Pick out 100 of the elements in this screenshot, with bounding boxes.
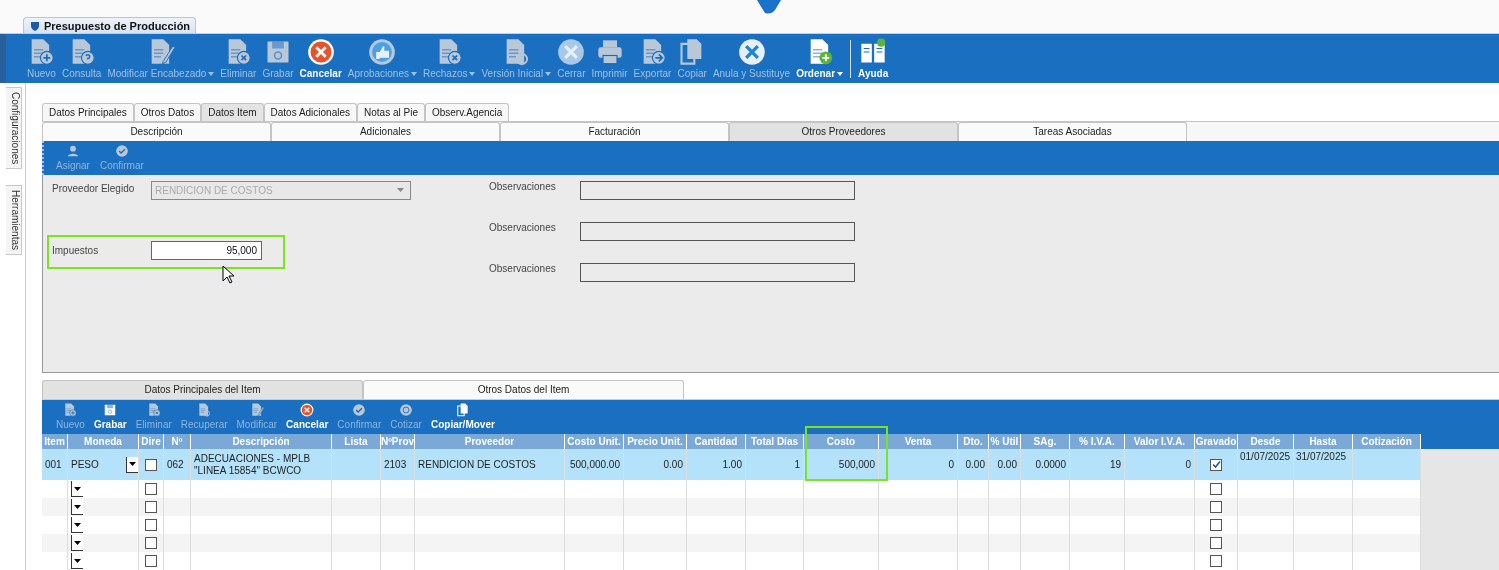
table-cell: RENDICION DE COSTOS xyxy=(418,458,536,471)
tab[interactable]: Datos Principales xyxy=(42,102,134,121)
table-cell: 001 xyxy=(45,458,62,471)
column-header[interactable]: Total Días xyxy=(746,434,804,449)
checkbox[interactable] xyxy=(1210,483,1222,495)
dropdown-button[interactable] xyxy=(126,456,138,473)
checkbox[interactable] xyxy=(1210,555,1222,567)
column-header[interactable]: Venta xyxy=(879,434,958,449)
printer-icon xyxy=(595,38,624,66)
dropdown-button[interactable] xyxy=(71,517,83,533)
shield-icon xyxy=(30,20,40,31)
column-header[interactable]: SAg. xyxy=(1021,434,1070,449)
tab[interactable]: Facturación xyxy=(500,121,729,141)
tab[interactable]: Datos Item xyxy=(201,102,264,121)
caret-icon xyxy=(411,71,417,76)
cancel-icon xyxy=(300,402,315,417)
column-header[interactable]: Nº xyxy=(164,434,191,449)
caret-icon xyxy=(74,558,81,563)
column-header[interactable]: % Util xyxy=(989,434,1021,449)
column-header[interactable]: Item xyxy=(42,434,68,449)
checkbox[interactable] xyxy=(145,555,157,567)
checkbox[interactable] xyxy=(1210,537,1222,549)
circle-icon xyxy=(399,402,414,417)
column-header[interactable]: Moneda xyxy=(68,434,139,449)
column-header[interactable]: Precio Unit. xyxy=(624,434,687,449)
tab[interactable]: Otros Proveedores xyxy=(729,121,958,141)
tab[interactable]: Adicionales xyxy=(271,121,500,141)
tab[interactable]: Otros Datos del Item xyxy=(363,379,684,399)
toolbar-button[interactable]: Cancelar xyxy=(296,38,345,79)
observations-field[interactable] xyxy=(580,180,855,200)
column-header[interactable]: Dire xyxy=(139,434,164,449)
column-header[interactable]: Descripción xyxy=(191,434,332,449)
person-icon xyxy=(65,144,80,159)
column-header[interactable]: Cantidad xyxy=(687,434,746,449)
tab[interactable]: Datos Adicionales xyxy=(263,102,358,121)
column-header[interactable]: Costo xyxy=(804,434,879,449)
dropdown-button[interactable] xyxy=(71,535,83,551)
field-label: Observaciones xyxy=(489,262,557,274)
dropdown-button[interactable] xyxy=(71,553,83,569)
tab[interactable]: Otros Datos xyxy=(133,102,202,121)
table-cell: 19 xyxy=(1109,458,1121,471)
tab[interactable]: Tareas Asociadas xyxy=(958,121,1187,141)
table-cell: 0 xyxy=(1185,458,1191,471)
thumbs-up-icon xyxy=(368,38,397,66)
column-header[interactable]: Desde xyxy=(1238,434,1294,449)
caret-icon xyxy=(208,71,215,76)
document-x-icon xyxy=(146,402,161,417)
checkbox[interactable] xyxy=(1210,501,1222,513)
tab[interactable]: Descripción xyxy=(42,121,271,141)
toolbar-button[interactable]: Grabar xyxy=(91,402,129,430)
toolbar-button[interactable]: Copiar/Mover xyxy=(428,402,497,430)
tax-field[interactable]: 95,000 xyxy=(151,240,262,260)
dropdown-button[interactable] xyxy=(71,481,83,497)
caret-icon xyxy=(129,462,136,466)
document-pencil-icon xyxy=(249,402,264,417)
checkbox[interactable] xyxy=(145,501,157,513)
table-cell: PESO xyxy=(71,458,99,471)
document-tab[interactable]: Presupuesto de Producción xyxy=(23,17,197,33)
table-cell: 0.0000 xyxy=(1035,458,1066,471)
table-cell: 2103 xyxy=(384,458,407,471)
column-header[interactable]: % I.V.A. xyxy=(1070,434,1125,449)
circle-x-icon xyxy=(737,38,766,66)
check-icon xyxy=(1211,460,1221,469)
checkbox[interactable] xyxy=(145,483,157,495)
checkbox[interactable] xyxy=(145,458,157,471)
column-header[interactable]: Dto. xyxy=(958,434,989,449)
tab[interactable]: Observ.Agencia xyxy=(424,102,510,121)
toolbar-button[interactable]: Cancelar xyxy=(284,402,331,430)
observations-field[interactable] xyxy=(580,221,855,241)
observations-field[interactable] xyxy=(580,262,855,282)
tab[interactable]: Notas al Pie xyxy=(357,102,425,121)
side-tab[interactable]: Configuraciones xyxy=(6,87,22,170)
caret-icon xyxy=(397,188,404,193)
field-label: Impuestos xyxy=(52,243,100,256)
table-cell: 01/07/2025 xyxy=(1240,451,1291,463)
logo-icon xyxy=(755,0,783,14)
circle-x-icon xyxy=(557,38,586,66)
toolbar-button[interactable]: Ayuda xyxy=(855,38,892,79)
caret-icon xyxy=(837,71,844,76)
copy-icon xyxy=(455,402,470,417)
column-header[interactable]: Cotización xyxy=(1353,434,1421,449)
tab[interactable]: Datos Principales del Item xyxy=(42,379,363,399)
checkbox[interactable] xyxy=(145,519,157,531)
checkbox[interactable] xyxy=(145,537,157,549)
checkbox[interactable] xyxy=(1210,458,1222,471)
column-header[interactable]: Hasta xyxy=(1294,434,1353,449)
caret-icon xyxy=(74,486,81,491)
table-cell: 1 xyxy=(794,458,800,471)
dropdown-button[interactable] xyxy=(71,499,83,515)
column-header[interactable]: Proveedor xyxy=(415,434,565,449)
toolbar-button[interactable]: Ordenar xyxy=(793,38,847,79)
checkbox[interactable] xyxy=(1210,519,1222,531)
side-tab[interactable]: Herramientas xyxy=(6,185,22,256)
table-cell: 0.00 xyxy=(997,458,1017,471)
column-header[interactable]: Valor I.V.A. xyxy=(1125,434,1195,449)
cancel-icon xyxy=(306,38,335,66)
column-header[interactable]: Costo Unit. xyxy=(565,434,624,449)
column-header[interactable]: Lista xyxy=(332,434,381,449)
column-header[interactable]: NºProv xyxy=(381,434,415,449)
column-header[interactable]: Gravado xyxy=(1195,434,1238,449)
